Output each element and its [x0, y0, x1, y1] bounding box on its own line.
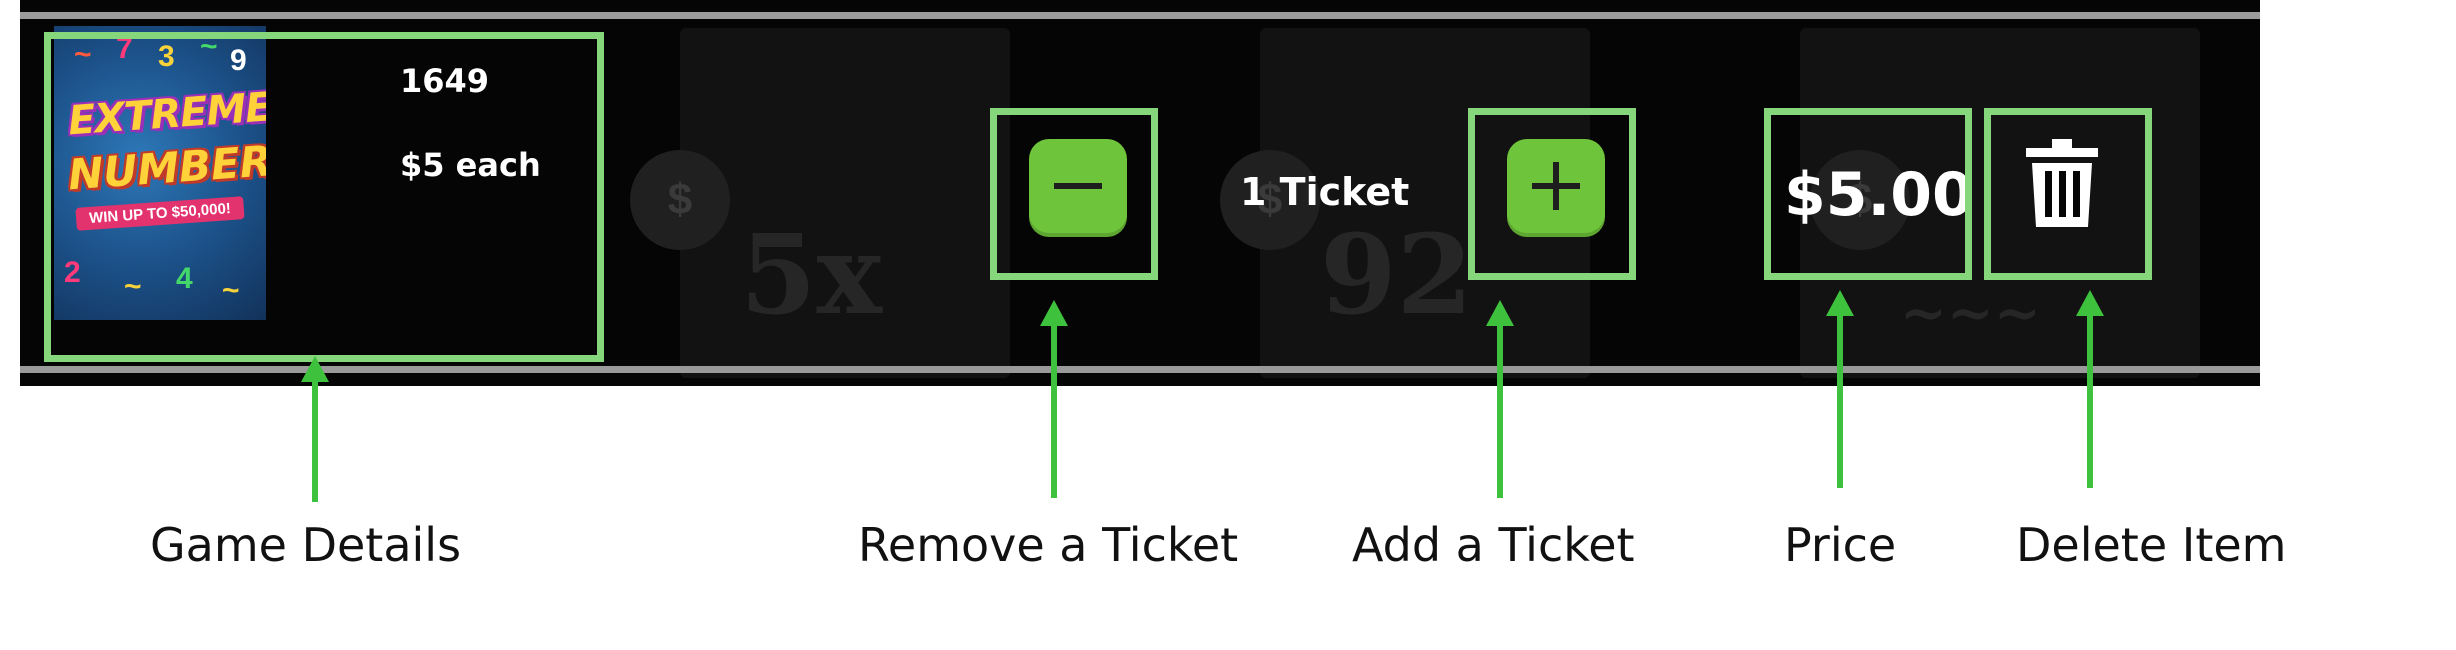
add-ticket-arrow	[1486, 300, 1514, 498]
add-ticket-label: Add a Ticket	[1352, 518, 1635, 572]
game-details-label: Game Details	[150, 518, 462, 572]
add-ticket-highlight	[1468, 108, 1636, 280]
delete-item-label: Delete Item	[2016, 518, 2287, 572]
game-details-arrow	[301, 356, 329, 502]
top-divider	[20, 12, 2260, 19]
delete-item-highlight	[1984, 108, 2152, 280]
background-ticket-art: ~~~	[1900, 280, 2041, 346]
price-highlight	[1764, 108, 1972, 280]
cart-item-row: $ $ $ 5x 92 ~~~ ~ 7 3 ~ 9 2 ~ 4 ~ EXTREM…	[20, 0, 2260, 386]
ticket-quantity: 1 Ticket	[1240, 170, 1410, 214]
price-arrow	[1826, 290, 1854, 488]
background-ticket-art: 92	[1320, 210, 1474, 339]
remove-ticket-arrow	[1040, 300, 1068, 498]
game-details-highlight	[44, 32, 604, 362]
remove-ticket-highlight	[990, 108, 1158, 280]
background-price-circle: $	[630, 150, 730, 250]
delete-item-arrow	[2076, 290, 2104, 488]
remove-ticket-label: Remove a Ticket	[858, 518, 1239, 572]
bottom-divider	[20, 366, 2260, 373]
background-ticket-art: 5x	[740, 210, 883, 339]
price-label: Price	[1784, 518, 1897, 572]
